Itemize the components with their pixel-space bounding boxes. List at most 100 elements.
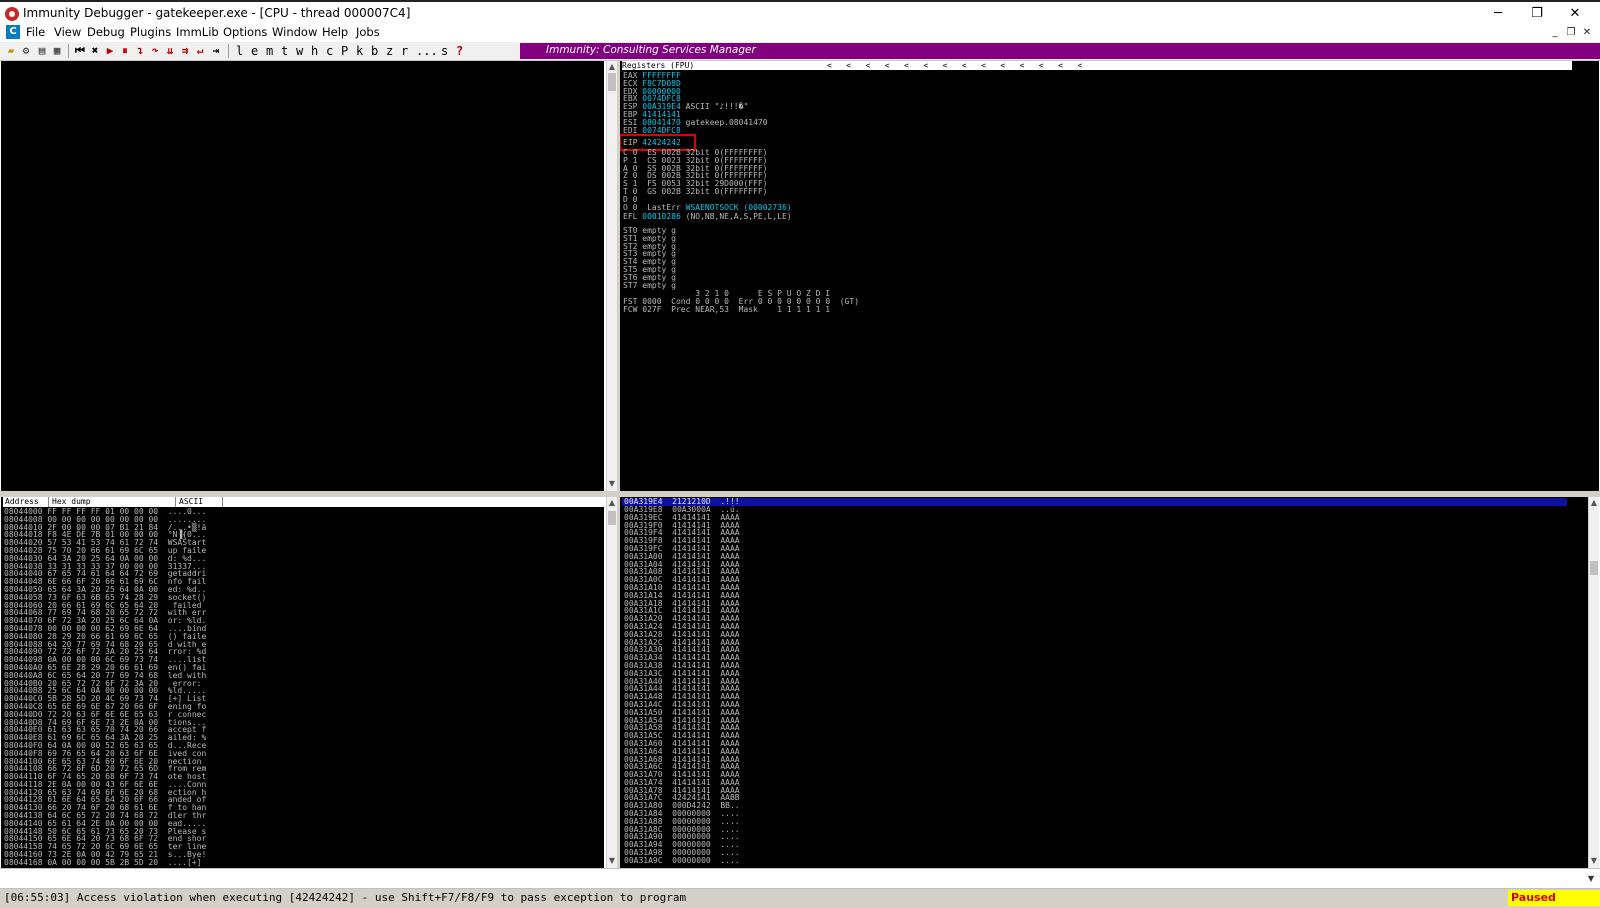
eip-label: EIP bbox=[623, 138, 638, 147]
restore-button[interactable]: ❐ bbox=[1522, 4, 1552, 24]
trace-into-icon[interactable]: ⇊ bbox=[164, 44, 176, 57]
open-folder-icon[interactable]: ▰ bbox=[5, 44, 17, 57]
stack-scrollbar[interactable]: ▲ ▼ bbox=[1588, 497, 1599, 868]
stack-pane[interactable]: 00A319E4 2121210D .!!! 00A319E8 00A3000A… bbox=[620, 497, 1588, 868]
menu-jobs[interactable]: Jobs bbox=[356, 25, 380, 39]
scroll-up-arrow[interactable]: ▲ bbox=[607, 62, 617, 72]
step-into-icon[interactable]: ↴ bbox=[134, 44, 146, 57]
toolbar-help-button[interactable]: ? bbox=[456, 44, 463, 58]
pause-icon[interactable]: ⏸ bbox=[119, 44, 131, 57]
efl-label: EFL bbox=[623, 212, 638, 221]
general-registers: EAX FFFFFFFF ECX F8C7D08D EDX 00000000 E… bbox=[623, 72, 768, 135]
title-bar: Immunity Debugger - gatekeeper.exe - [CP… bbox=[0, 0, 1600, 24]
flag-text: T 0 GS 002B 32bit 0(FFFFFFFF) bbox=[623, 186, 768, 196]
toolbar-cpu-button[interactable]: c bbox=[326, 44, 333, 58]
dump-scrollbar[interactable]: ▲ ▼ bbox=[606, 497, 617, 868]
fpu-status: 3 2 1 0 E S P U O Z D I FST 0000 Cond 0 0… bbox=[623, 290, 859, 313]
toolbar-patches-button[interactable]: P bbox=[341, 44, 348, 58]
run-icon[interactable]: ▶ bbox=[104, 44, 116, 57]
toolbar-windows-button[interactable]: w bbox=[296, 44, 303, 58]
stack-row[interactable]: 00A31A9C 00000000 .... bbox=[624, 856, 740, 865]
menu-debug[interactable]: Debug bbox=[87, 25, 125, 39]
mdi-minimize-button[interactable]: _ bbox=[1547, 25, 1563, 41]
dump-pane[interactable]: Address Hex dump ASCII 08044000 FF FF FF… bbox=[1, 497, 604, 868]
toolbar: ▰ ⚙ ▤ ▦ ⏮ ✖ ▶ ⏸ ↴ ↷ ⇊ ⇉ ↵ ⇥ l e m t w h … bbox=[0, 42, 1600, 61]
dump-row[interactable]: 08044168 0A 00 00 00 5B 2B 5D 20 ....[+] bbox=[4, 858, 206, 867]
menu-options[interactable]: Options bbox=[223, 25, 267, 39]
flags-segments: C 0 ES 002B 32bit 0(FFFFFFFF) P 1 CS 0023… bbox=[623, 149, 792, 212]
cpu-window-icon[interactable]: C bbox=[6, 25, 20, 39]
memory-icon[interactable]: ▤ bbox=[36, 44, 48, 57]
scroll-down-arrow[interactable]: ▼ bbox=[1589, 856, 1599, 866]
scroll-thumb[interactable] bbox=[608, 73, 616, 91]
eip-register[interactable]: EIP 42424242 bbox=[623, 139, 681, 147]
flag-row[interactable]: O 0 LastErr WSAENOTSOCK (00002736) bbox=[623, 202, 792, 212]
go-to-icon[interactable]: ⇥ bbox=[210, 44, 222, 57]
efl-register[interactable]: EFL 00010286 (NO,NB,NE,A,S,PE,L,LE) bbox=[623, 213, 792, 221]
registers-header: Registers (FPU) < < < < < < < < < < < < … bbox=[622, 61, 1572, 70]
trace-over-icon[interactable]: ⇉ bbox=[179, 44, 191, 57]
mdi-close-button[interactable]: ✕ bbox=[1579, 25, 1595, 41]
restart-icon[interactable]: ⏮ bbox=[74, 44, 86, 57]
window-title: Immunity Debugger - gatekeeper.exe - [CP… bbox=[23, 6, 411, 20]
dump-col-hex[interactable]: Hex dump bbox=[50, 497, 176, 507]
menu-bar: C File View Debug Plugins ImmLib Options… bbox=[0, 24, 1600, 42]
step-over-icon[interactable]: ↷ bbox=[149, 44, 161, 57]
close-button[interactable]: ✕ bbox=[1560, 4, 1590, 24]
flag-row[interactable]: T 0 GS 002B 32bit 0(FFFFFFFF) bbox=[623, 186, 792, 196]
register-comment: ASCII "♪!!!�" bbox=[685, 102, 749, 112]
menu-help[interactable]: Help bbox=[322, 25, 348, 39]
toolbar-call-stack-button[interactable]: k bbox=[356, 44, 363, 58]
menu-view[interactable]: View bbox=[54, 25, 81, 39]
register-view-arrows[interactable]: < < < < < < < < < < < < < < bbox=[827, 61, 1082, 70]
registers-pane[interactable]: Registers (FPU) < < < < < < < < < < < < … bbox=[620, 61, 1599, 491]
command-dropdown-icon[interactable]: ▼ bbox=[1585, 872, 1597, 885]
toolbar-handles-button[interactable]: h bbox=[311, 44, 318, 58]
scroll-thumb[interactable] bbox=[1590, 561, 1598, 575]
dump-col-address[interactable]: Address bbox=[3, 497, 49, 507]
lasterr-value[interactable]: WSAENOTSOCK (00002736) bbox=[686, 203, 792, 212]
menu-file[interactable]: File bbox=[26, 25, 45, 39]
consulting-banner[interactable]: Immunity: Consulting Services Manager bbox=[520, 43, 1600, 59]
toolbar-run-trace-button[interactable]: ... bbox=[416, 44, 438, 58]
modules-icon[interactable]: ▦ bbox=[51, 44, 63, 57]
fpu-status-row[interactable]: FCW 027F Prec NEAR,53 Mask 1 1 1 1 1 1 bbox=[623, 305, 859, 314]
disassembly-pane[interactable] bbox=[1, 61, 604, 491]
close-program-icon[interactable]: ✖ bbox=[89, 44, 101, 57]
scroll-thumb[interactable] bbox=[608, 511, 616, 525]
toolbar-breakpoints-button[interactable]: b bbox=[371, 44, 378, 58]
toolbar-log-button[interactable]: l bbox=[236, 44, 243, 58]
scroll-down-arrow[interactable]: ▼ bbox=[607, 479, 617, 489]
toolbar-executable-modules-button[interactable]: e bbox=[251, 44, 258, 58]
toolbar-memory-map-button[interactable]: m bbox=[266, 44, 273, 58]
command-bar[interactable]: ▼ bbox=[0, 868, 1600, 889]
stack-rows: 00A319E8 00A3000A ..ú. 00A319EC 41414141 … bbox=[624, 506, 740, 865]
dump-rows: 08044000 FF FF FF FF 01 00 00 00 ....0..… bbox=[4, 508, 206, 867]
fpu-registers: ST0 empty g ST1 empty g ST2 empty g ST3 emp… bbox=[623, 227, 676, 289]
scroll-up-arrow[interactable]: ▲ bbox=[1589, 498, 1599, 508]
eip-value[interactable]: 42424242 bbox=[642, 138, 681, 147]
toolbar-references-button[interactable]: r bbox=[401, 44, 408, 58]
status-badge: Paused bbox=[1508, 890, 1600, 906]
attach-icon[interactable]: ⚙ bbox=[20, 44, 32, 57]
minimize-button[interactable]: ─ bbox=[1483, 4, 1513, 24]
scroll-up-arrow[interactable]: ▲ bbox=[607, 498, 617, 508]
mdi-restore-button[interactable]: ❐ bbox=[1563, 25, 1579, 41]
stack-selected-row[interactable] bbox=[622, 498, 1567, 506]
toolbar-separator bbox=[228, 44, 229, 58]
menu-plugins[interactable]: Plugins bbox=[130, 25, 171, 39]
register-comment: gatekeep.08041470 bbox=[685, 117, 768, 127]
efl-value[interactable]: 00010286 bbox=[642, 212, 681, 221]
toolbar-source-button[interactable]: s bbox=[441, 44, 448, 58]
dump-col-ascii[interactable]: ASCII bbox=[177, 497, 223, 507]
toolbar-separator bbox=[68, 44, 69, 58]
menu-window[interactable]: Window bbox=[272, 25, 317, 39]
toolbar-z-button[interactable]: z bbox=[386, 44, 393, 58]
disassembly-scrollbar[interactable]: ▲ ▼ bbox=[606, 61, 617, 491]
menu-immlib[interactable]: ImmLib bbox=[176, 25, 219, 39]
flag-text: O 0 LastErr bbox=[623, 202, 686, 212]
toolbar-threads-button[interactable]: t bbox=[281, 44, 288, 58]
efl-comment: (NO,NB,NE,A,S,PE,L,LE) bbox=[685, 212, 792, 221]
scroll-down-arrow[interactable]: ▼ bbox=[607, 856, 617, 866]
execute-till-return-icon[interactable]: ↵ bbox=[194, 44, 206, 57]
